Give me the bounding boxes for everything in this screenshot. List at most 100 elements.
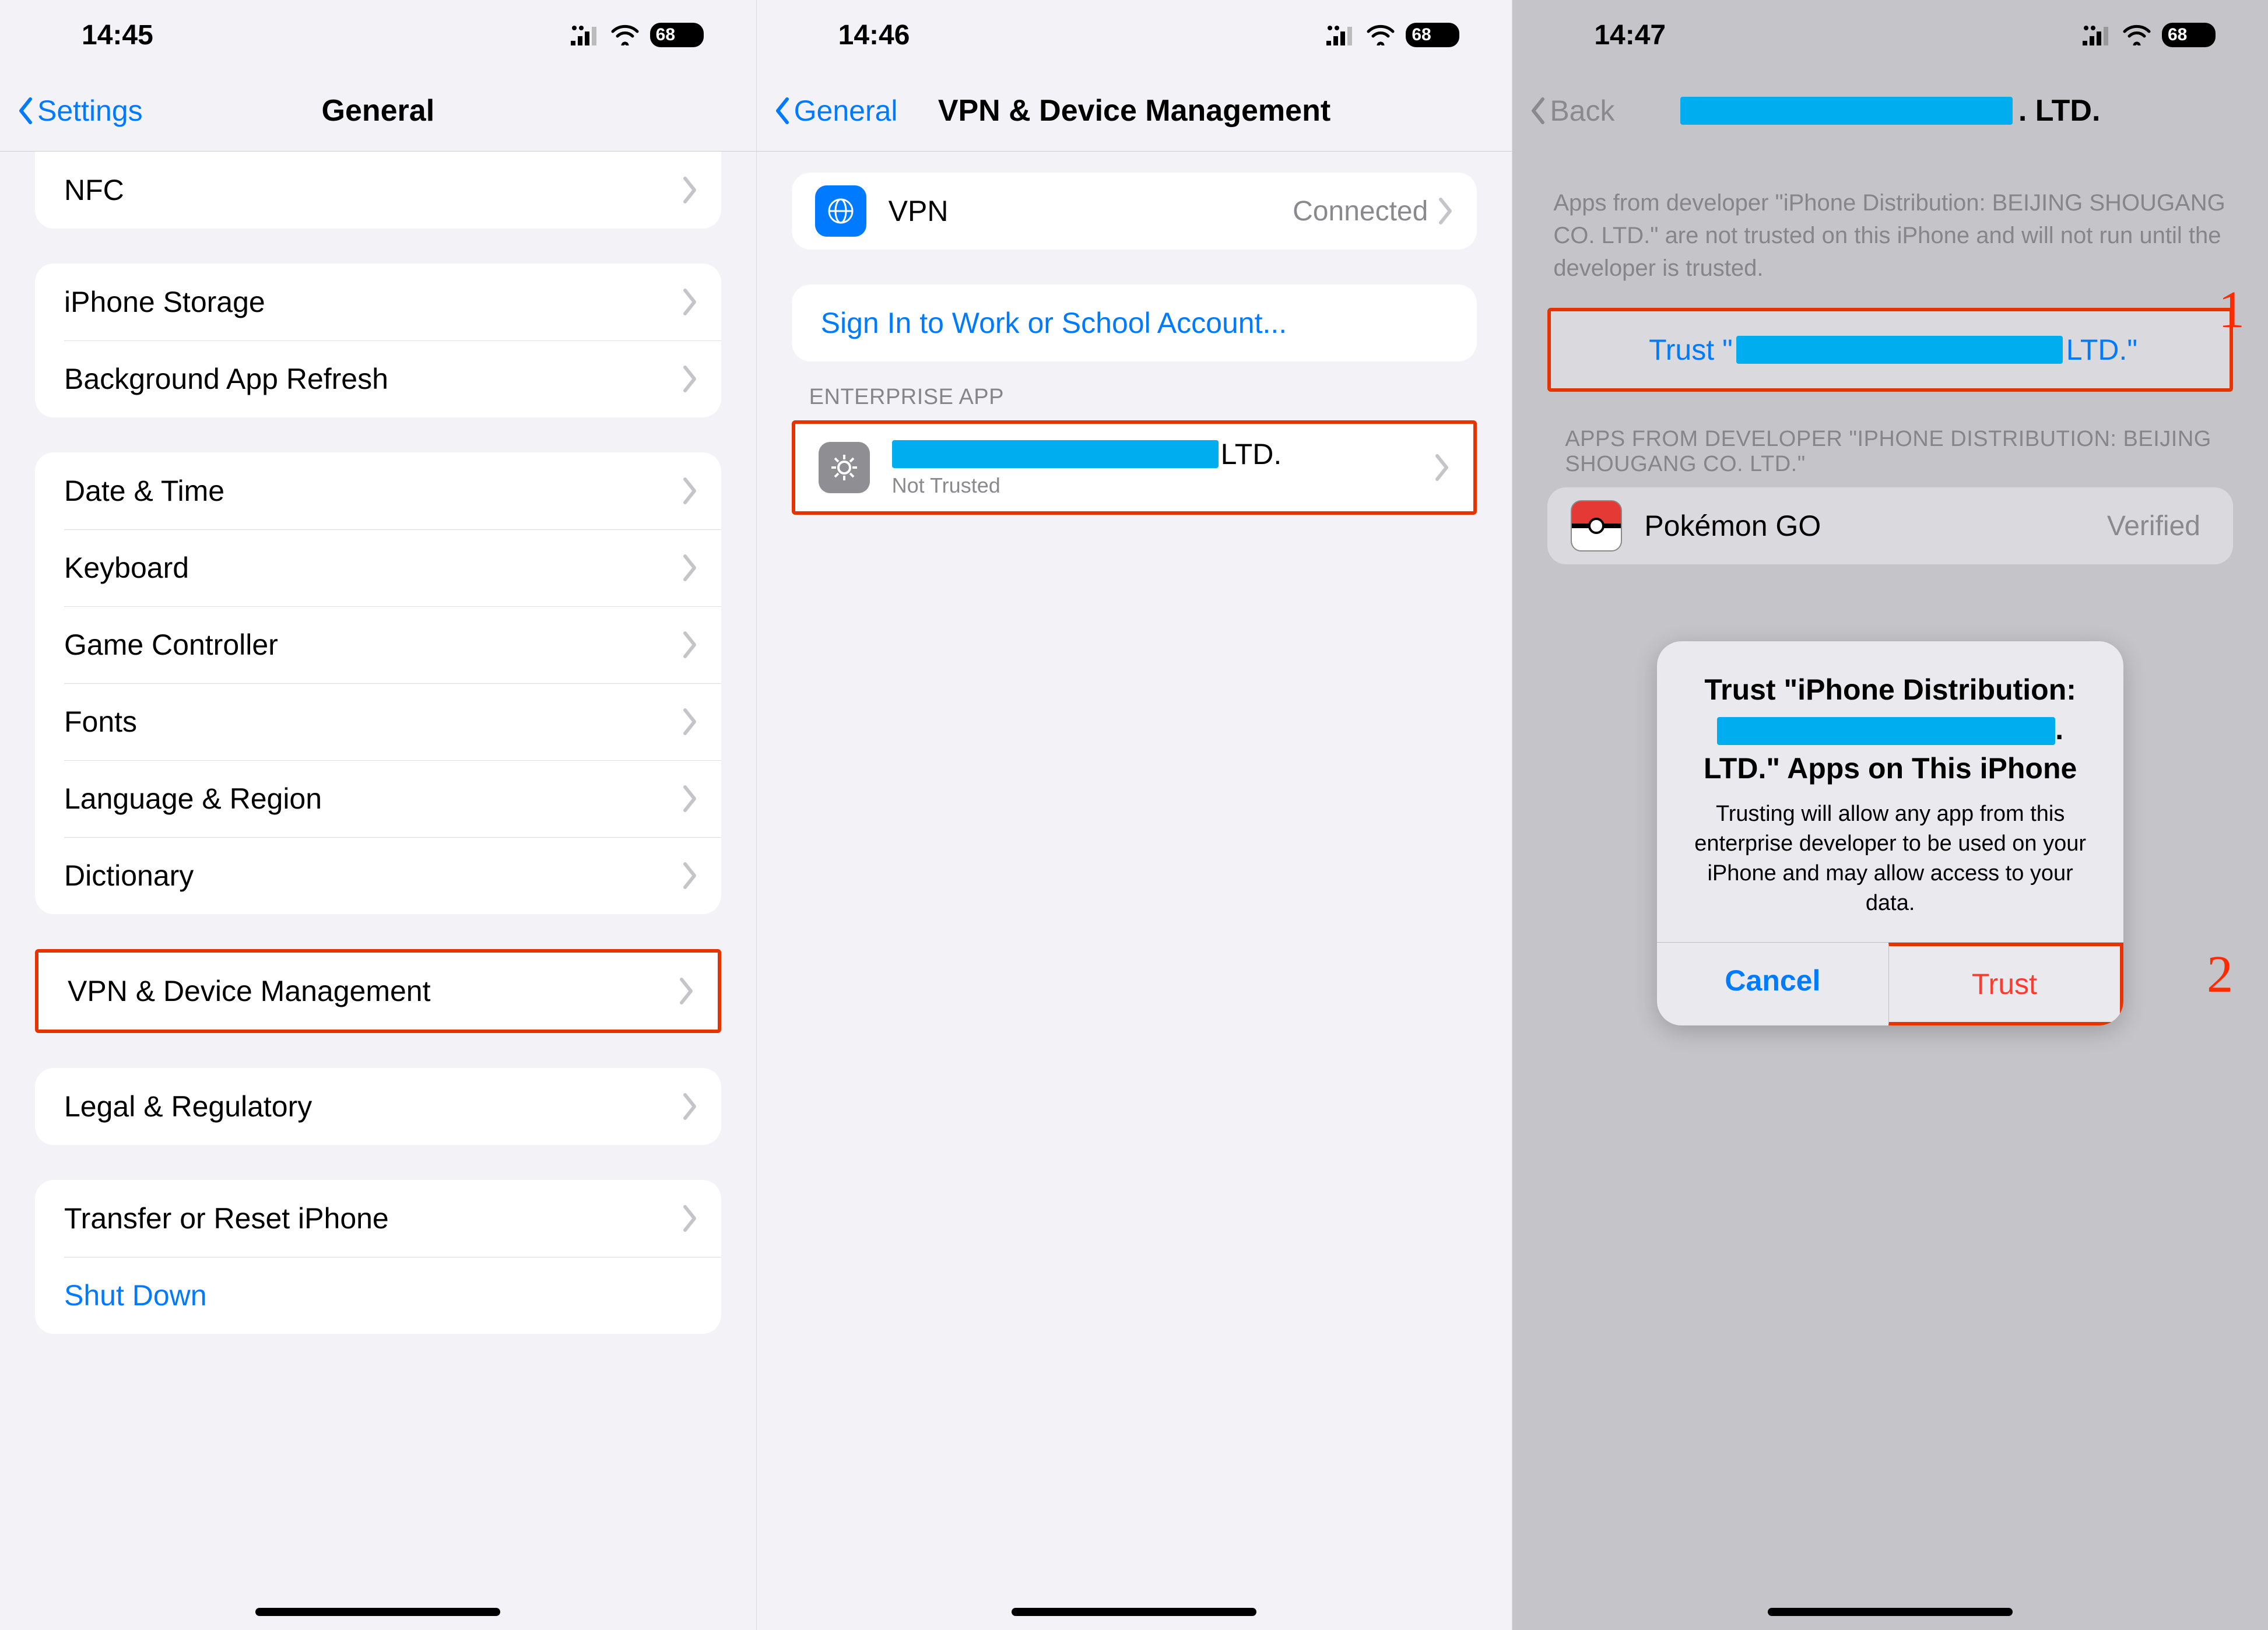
row-label: Language & Region — [64, 782, 682, 816]
row-vpn-device-management[interactable]: VPN & Device Management — [38, 953, 718, 1030]
row-keyboard[interactable]: Keyboard — [35, 529, 721, 606]
dialog-title-line3: LTD." Apps on This iPhone — [1704, 752, 2077, 785]
dialog-cancel-button[interactable]: Cancel — [1657, 943, 1888, 1025]
dialog-trust-button[interactable]: Trust — [1888, 943, 2124, 1025]
row-date-time[interactable]: Date & Time — [35, 452, 721, 529]
row-dictionary[interactable]: Dictionary — [35, 837, 721, 914]
chevron-right-icon — [682, 176, 698, 204]
cellular-icon — [2083, 24, 2112, 45]
row-iphone-storage[interactable]: iPhone Storage — [35, 264, 721, 340]
chevron-right-icon — [682, 1204, 698, 1232]
redacted-developer-name — [1680, 97, 2013, 125]
back-label: General — [794, 94, 898, 128]
app-name-label: Pokémon GO — [1644, 509, 2107, 543]
row-game-controller[interactable]: Game Controller — [35, 606, 721, 683]
row-label: Game Controller — [64, 628, 682, 662]
back-button[interactable]: Settings — [0, 94, 143, 128]
back-button[interactable]: Back — [1512, 94, 1614, 128]
status-bar: 14:46 68 — [757, 0, 1512, 70]
chevron-right-icon — [682, 785, 698, 813]
row-label: Keyboard — [64, 551, 682, 585]
wifi-icon — [1366, 24, 1395, 45]
content: VPN Connected Sign In to Work or School … — [757, 152, 1512, 1630]
row-label: Legal & Regulatory — [64, 1090, 682, 1123]
row-label: Date & Time — [64, 474, 682, 508]
chevron-right-icon — [682, 554, 698, 582]
back-label: Back — [1550, 94, 1614, 128]
screenshot-3-trust-dialog: 14:47 68 Back . LTD. Apps from developer… — [1512, 0, 2268, 1630]
row-trust-developer[interactable]: Trust " LTD." — [1551, 311, 2230, 388]
screenshot-2-vpn-device-management: 14:46 68 General VPN & Device Management… — [756, 0, 1512, 1630]
home-indicator[interactable] — [255, 1608, 500, 1616]
dialog-message: Trusting will allow any app from this en… — [1686, 799, 2094, 919]
screenshot-1-general-settings: 14:45 68 Settings General NFC iPhone Sto… — [0, 0, 756, 1630]
status-time: 14:45 — [82, 19, 153, 51]
chevron-left-icon — [1530, 97, 1546, 125]
chevron-right-icon — [682, 862, 698, 890]
trust-suffix: LTD." — [2066, 333, 2137, 367]
back-button[interactable]: General — [757, 94, 898, 128]
row-label: Dictionary — [64, 859, 682, 893]
status-right: 68 — [571, 23, 704, 47]
highlight-box-trust-button: Trust " LTD." — [1547, 308, 2233, 392]
row-label: Sign In to Work or School Account... — [821, 306, 1454, 340]
nav-bar: General VPN & Device Management — [757, 70, 1512, 152]
profile-status: Not Trusted — [892, 473, 1434, 498]
row-sign-in-work-school[interactable]: Sign In to Work or School Account... — [792, 284, 1477, 361]
chevron-left-icon — [774, 97, 791, 125]
row-language-region[interactable]: Language & Region — [35, 760, 721, 837]
cellular-icon — [571, 24, 600, 45]
battery-icon: 68 — [650, 23, 704, 47]
annotation-2: 2 — [2207, 944, 2233, 1004]
row-label: NFC — [64, 173, 682, 207]
nav-title-suffix: . LTD. — [2018, 93, 2101, 128]
chevron-right-icon — [678, 977, 694, 1005]
row-label: Transfer or Reset iPhone — [64, 1202, 682, 1235]
row-background-app-refresh[interactable]: Background App Refresh — [35, 340, 721, 417]
annotation-1: 1 — [2218, 280, 2245, 340]
nav-bar: Settings General — [0, 70, 756, 152]
row-transfer-reset-iphone[interactable]: Transfer or Reset iPhone — [35, 1180, 721, 1257]
nav-bar: Back . LTD. — [1512, 70, 2268, 152]
status-bar: 14:47 68 — [1512, 0, 2268, 70]
row-label: VPN — [889, 194, 1293, 228]
developer-trust-explanation: Apps from developer "iPhone Distribution… — [1512, 152, 2268, 302]
row-app-pokemon-go[interactable]: Pokémon GO Verified — [1547, 487, 2233, 564]
battery-icon: 68 — [2162, 23, 2216, 47]
row-label: Background App Refresh — [64, 362, 682, 396]
chevron-right-icon — [682, 631, 698, 659]
highlight-box-vpn-device-mgmt: VPN & Device Management — [35, 949, 721, 1033]
chevron-right-icon — [1437, 197, 1454, 225]
row-shut-down[interactable]: Shut Down — [35, 1257, 721, 1334]
chevron-right-icon — [682, 365, 698, 393]
app-status: Verified — [2107, 510, 2200, 542]
section-header-apps-from-developer: APPS FROM DEVELOPER "IPHONE DISTRIBUTION… — [1512, 392, 2268, 487]
row-legal-regulatory[interactable]: Legal & Regulatory — [35, 1068, 721, 1145]
status-time: 14:46 — [838, 19, 910, 51]
row-enterprise-profile[interactable]: LTD. Not Trusted — [795, 424, 1474, 511]
row-vpn[interactable]: VPN Connected — [792, 173, 1477, 250]
chevron-right-icon — [682, 288, 698, 316]
section-header-enterprise-app: ENTERPRISE APP — [757, 361, 1512, 420]
home-indicator[interactable] — [1012, 1608, 1256, 1616]
pokeball-icon — [1571, 500, 1622, 551]
row-nfc[interactable]: NFC — [35, 152, 721, 229]
chevron-right-icon — [682, 708, 698, 736]
status-bar: 14:45 68 — [0, 0, 756, 70]
content: NFC iPhone Storage Background App Refres… — [0, 152, 756, 1630]
row-label: Fonts — [64, 705, 682, 739]
chevron-right-icon — [682, 1092, 698, 1120]
status-time: 14:47 — [1594, 19, 1666, 51]
dialog-title-line1: Trust "iPhone Distribution: — [1704, 673, 2076, 706]
chevron-right-icon — [1434, 454, 1450, 482]
trust-confirmation-dialog: Trust "iPhone Distribution: . LTD." Apps… — [1657, 641, 2123, 1025]
row-fonts[interactable]: Fonts — [35, 683, 721, 760]
row-label: VPN & Device Management — [68, 974, 678, 1008]
battery-icon: 68 — [1406, 23, 1459, 47]
dialog-title: Trust "iPhone Distribution: . LTD." Apps… — [1686, 670, 2094, 789]
wifi-icon — [610, 24, 640, 45]
back-label: Settings — [37, 94, 143, 128]
home-indicator[interactable] — [1768, 1608, 2013, 1616]
globe-icon — [815, 185, 866, 237]
redacted-developer-name — [1736, 336, 2063, 364]
